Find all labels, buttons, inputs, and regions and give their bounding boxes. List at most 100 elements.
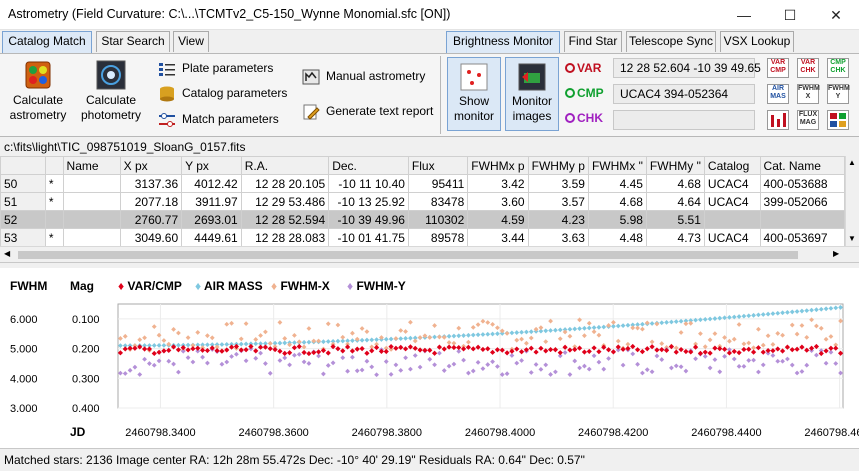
- match-parameters-button[interactable]: Match parameters: [158, 110, 279, 128]
- star-table-grid: Name X px Y px R.A. Dec. Flux FWHMx p FW…: [0, 156, 845, 246]
- chk-star-label: CHK: [565, 111, 603, 125]
- table-cell-y: 4449.61: [181, 228, 242, 246]
- fwhm-tick-label: 4.000: [10, 373, 38, 385]
- minimize-button[interactable]: —: [721, 0, 767, 30]
- tab-catalog-match[interactable]: Catalog Match: [2, 31, 92, 53]
- settings-grid-icon[interactable]: [827, 110, 849, 130]
- catalog-parameters-button[interactable]: Catalog parameters: [158, 84, 287, 102]
- column-header-name[interactable]: Name: [62, 156, 121, 175]
- table-cell-ra: 12 28 20.105: [240, 174, 330, 193]
- monitor-images-button[interactable]: Monitor images: [505, 57, 559, 131]
- calculate-photometry-button[interactable]: Calculate photometry: [76, 60, 146, 123]
- table-cell-fya: 4.68: [645, 174, 705, 193]
- brightness-chart: FWHM Mag JD 6.000 5.000 4.000 3.000 0.100 0.200 0…: [0, 268, 859, 448]
- jd-axis-title: JD: [70, 425, 86, 439]
- title-bar: Astrometry (Field Curvature: C:\...\TCMT…: [0, 0, 859, 30]
- x-tick-label: 2460798.3600: [238, 427, 308, 439]
- x-tick-label: 2460798.4200: [578, 427, 648, 439]
- maximize-button[interactable]: ☐: [767, 0, 813, 30]
- tab-star-search[interactable]: Star Search: [96, 31, 170, 52]
- table-cell-y: 4012.42: [181, 174, 242, 193]
- status-bar: Matched stars: 2136 Image center RA: 12h…: [0, 448, 859, 471]
- tab-find-star[interactable]: Find Star: [564, 31, 622, 52]
- legend-air-mass-label: AIR MASS: [204, 279, 263, 293]
- fwhm-tick-label: 3.000: [10, 403, 38, 415]
- table-row[interactable]: 50 * 3137.36 4012.42 12 28 20.105 -10 11 10.4…: [0, 174, 845, 193]
- show-monitor-button[interactable]: Show monitor: [447, 57, 501, 131]
- cmp-chk-icon[interactable]: CMP CHK: [827, 58, 849, 78]
- x-tick-label: 2460798.4600: [804, 427, 859, 439]
- monitor-images-label: Monitor images: [511, 94, 552, 123]
- tab-brightness-monitor[interactable]: Brightness Monitor: [446, 31, 560, 53]
- table-cell-ra: 12 28 28.083: [240, 228, 330, 246]
- var-cmp-icon[interactable]: VAR CMP: [767, 58, 789, 78]
- table-cell-mark: *: [44, 174, 64, 193]
- manual-astrometry-label: Manual astrometry: [326, 69, 426, 83]
- plot-area: [117, 303, 844, 409]
- plate-parameters-button[interactable]: Plate parameters: [158, 59, 273, 77]
- scroll-left-icon[interactable]: ◀: [4, 249, 10, 258]
- column-header-x[interactable]: X px: [119, 156, 183, 175]
- mag-tick-label: 0.300: [72, 373, 100, 385]
- table-cell-dec: -10 39 49.96: [328, 210, 409, 229]
- table-cell-fxp: 3.60: [467, 192, 529, 211]
- flux-mag-icon[interactable]: FLUX MAG: [797, 110, 819, 130]
- table-row[interactable]: 51 * 2077.18 3911.97 12 29 53.486 -10 13 25.9…: [0, 192, 845, 211]
- column-header-fwhmx-arc[interactable]: FWHMx ": [587, 156, 647, 175]
- legend-fwhm-y-label: FWHM-Y: [356, 279, 406, 293]
- cmp-star-icon: [565, 88, 575, 98]
- column-header-flux[interactable]: Flux: [407, 156, 469, 175]
- table-cell-fxp: 3.44: [467, 228, 529, 246]
- fwhm-y-icon[interactable]: FWHM Y: [827, 84, 850, 104]
- column-header-y[interactable]: Y px: [181, 156, 242, 175]
- scroll-thumb[interactable]: [18, 251, 798, 259]
- table-row[interactable]: 53 * 3049.60 4449.61 12 28 28.083 -10 01 41.7…: [0, 228, 845, 246]
- table-cell-mark: *: [44, 192, 64, 211]
- chart-svg: FWHM Mag JD 6.000 5.000 4.000 3.000 0.100 0.200 0…: [10, 279, 859, 439]
- var-coordinates-field[interactable]: 12 28 52.604 -10 39 49.65: [613, 58, 761, 78]
- show-monitor-label: Show monitor: [453, 94, 494, 123]
- table-row[interactable]: 52 2760.77 2693.01 12 28 52.594 -10 39 49.96…: [0, 210, 845, 229]
- column-header-dec[interactable]: Dec.: [328, 156, 409, 175]
- column-header[interactable]: [0, 156, 46, 175]
- table-cell-flux: 110302: [407, 210, 469, 229]
- air-mass-icon[interactable]: AIR MAS: [767, 84, 789, 104]
- legend-diamond-icon: ♦: [271, 279, 278, 293]
- column-header-fwhmy-px[interactable]: FWHMy p: [527, 156, 589, 175]
- scroll-right-icon[interactable]: ▶: [833, 249, 839, 258]
- catalog-parameters-label: Catalog parameters: [182, 86, 288, 100]
- table-cell-fxa: 4.48: [587, 228, 647, 246]
- tab-telescope-sync[interactable]: Telescope Sync: [626, 31, 716, 52]
- bars-icon[interactable]: [767, 110, 789, 130]
- cmp-star-field[interactable]: UCAC4 394-052364: [613, 84, 755, 104]
- window-title: Astrometry (Field Curvature: C:\...\TCMT…: [8, 7, 451, 21]
- table-cell-fxp: 3.42: [467, 174, 529, 193]
- table-cell-catname: [759, 210, 845, 229]
- tab-vsx-lookup[interactable]: VSX Lookup: [720, 31, 794, 52]
- table-scrollbar[interactable]: ▲ ▼: [845, 156, 859, 246]
- chk-star-field[interactable]: [613, 110, 755, 130]
- var-chk-icon[interactable]: VAR CHK: [797, 58, 819, 78]
- column-header-cat-name[interactable]: Cat. Name: [759, 156, 845, 175]
- column-header-fwhmy-arc[interactable]: FWHMy ": [645, 156, 705, 175]
- close-button[interactable]: ✕: [813, 0, 859, 30]
- generate-text-report-button[interactable]: Generate text report: [302, 102, 433, 120]
- calculate-astrometry-button[interactable]: Calculate astrometry: [6, 60, 70, 123]
- horizontal-scrollbar[interactable]: ◀ ▶: [0, 246, 859, 262]
- column-header-ra[interactable]: R.A.: [240, 156, 330, 175]
- tab-view[interactable]: View: [173, 31, 209, 52]
- table-cell-mark: *: [44, 228, 64, 246]
- column-header[interactable]: [44, 156, 64, 175]
- fwhm-x-icon[interactable]: FWHM X: [797, 84, 820, 104]
- star-table: Name X px Y px R.A. Dec. Flux FWHMx p FW…: [0, 156, 845, 246]
- legend-fwhm-x: ♦ FWHM-X: [271, 279, 330, 293]
- scroll-up-icon[interactable]: ▲: [848, 158, 856, 167]
- monitor-images-icon: [518, 63, 546, 91]
- column-header-fwhmx-px[interactable]: FWHMx p: [467, 156, 529, 175]
- legend-var-cmp: ♦ VAR/CMP: [118, 279, 182, 293]
- manual-astrometry-button[interactable]: Manual astrometry: [302, 67, 425, 85]
- column-header-catalog[interactable]: Catalog: [703, 156, 761, 175]
- legend-air-mass: ♦ AIR MASS: [195, 279, 263, 293]
- scroll-down-icon[interactable]: ▼: [848, 234, 856, 243]
- legend-fwhm-y: ♦ FWHM-Y: [347, 279, 406, 293]
